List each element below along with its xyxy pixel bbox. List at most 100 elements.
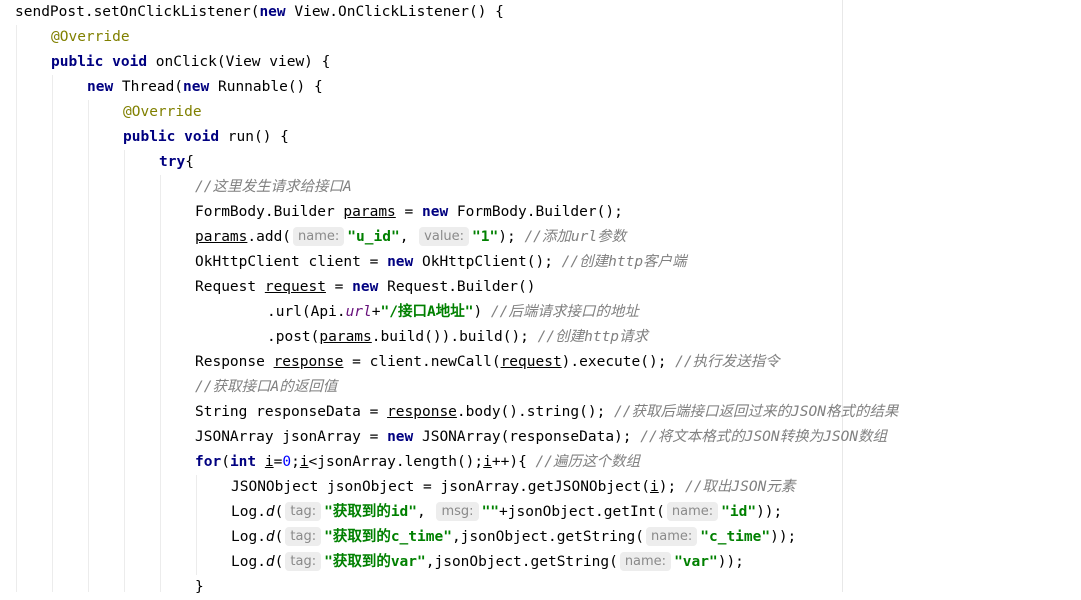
code-token: View.OnClickListener() { [285,4,504,20]
code-token: "获取到的c_time" [324,529,452,545]
code-token: "获取到的var" [324,554,426,570]
code-token: )); [756,504,783,520]
code-token: JSONArray jsonArray = [195,429,388,445]
code-token: params [195,229,248,245]
code-line[interactable]: Log.d(tag: "获取到的id", msg: ""+jsonObject.ge… [231,500,782,525]
parameter-hint: value: [419,227,470,246]
code-token: OkHttpClient client = [195,254,388,270]
code-line[interactable]: Response response = client.newCall(reque… [195,350,780,375]
parameter-hint: tag: [285,527,322,546]
code-token: Thread( [113,79,184,95]
code-line[interactable]: public void onClick(View view) { [51,50,330,75]
code-line[interactable]: //获取接口A的返回值 [195,375,337,400]
code-token: for [195,454,222,470]
code-editor[interactable]: sendPost.setOnClickListener(new View.OnC… [0,0,1081,595]
code-token: = [395,204,422,220]
code-token: Log. [231,529,266,545]
code-token: ( [221,454,230,470]
code-token: FormBody.Builder(); [448,204,623,220]
code-token: Request [195,279,265,295]
code-line[interactable]: .post(params.build()).build(); //创建http请… [267,325,648,350]
code-token: i [483,454,492,470]
code-token: "" [481,504,500,520]
code-token: response [387,404,457,420]
code-token: JSONArray(responseData); [413,429,641,445]
code-token: sendPost.setOnClickListener( [15,4,260,20]
code-token: ).execute(); [561,354,676,370]
code-token: .add( [247,229,292,245]
code-token: )); [770,529,797,545]
code-token: new [422,204,449,220]
code-token: { [185,154,194,170]
code-comment: //获取后端接口返回过来的JSON格式的结果 [614,404,899,420]
indent-guide [196,475,197,575]
code-line[interactable]: Request request = new Request.Builder() [195,275,536,300]
code-token: Log. [231,554,266,570]
code-token: ( [274,504,284,520]
parameter-hint: tag: [285,552,322,571]
indent-guide [88,100,89,592]
code-line[interactable]: @Override [123,100,202,125]
code-token: void [112,54,148,70]
code-line[interactable]: try{ [159,150,194,175]
parameter-hint: tag: [285,502,322,521]
code-line[interactable]: public void run() { [123,125,289,150]
code-token: new [259,4,286,20]
code-token: new [352,279,379,295]
code-line[interactable]: Log.d(tag: "获取到的c_time",jsonObject.getStr… [231,525,796,550]
code-token: params [343,204,396,220]
code-line[interactable]: String responseData = response.body().st… [195,400,898,425]
code-line[interactable]: //这里发生请求给接口A [195,175,352,200]
code-comment: //添加url参数 [524,229,627,245]
code-line[interactable]: new Thread(new Runnable() { [87,75,323,100]
code-token: } [195,579,204,595]
code-token: "c_time" [700,529,771,545]
code-line[interactable]: JSONArray jsonArray = new JSONArray(resp… [195,425,887,450]
code-token: request [500,354,562,370]
code-line[interactable]: for(int i=0;i<jsonArray.length();i++){ /… [195,450,640,475]
code-line[interactable]: JSONObject jsonObject = jsonArray.getJSO… [231,475,795,500]
code-token: ); [498,229,525,245]
code-token: onClick(View view) { [147,54,331,70]
code-token: ( [274,554,284,570]
code-token: "var" [674,554,718,570]
code-comment: //执行发送指令 [675,354,780,370]
code-comment: //遍历这个数组 [535,454,641,470]
code-token: @Override [123,104,202,120]
code-token: "u_id" [347,229,400,245]
code-comment: //后端请求接口的地址 [490,304,639,320]
code-token: FormBody.Builder [195,204,344,220]
code-line[interactable]: } [195,575,204,600]
code-token: = client.newCall( [343,354,501,370]
code-token: .body().string(); [456,404,615,420]
code-token: new [183,79,210,95]
code-line[interactable]: Log.d(tag: "获取到的var",jsonObject.getString… [231,550,744,575]
parameter-hint: name: [619,552,672,571]
parameter-hint: msg: [436,502,479,521]
parameter-hint: name: [646,527,698,546]
code-token: void [184,129,220,145]
code-token: ,jsonObject.getString( [451,529,644,545]
code-line[interactable]: sendPost.setOnClickListener(new View.OnC… [15,0,504,25]
code-line[interactable]: @Override [51,25,130,50]
code-token: try [159,154,186,170]
code-comment: //取出JSON元素 [684,479,796,495]
code-token: ); [658,479,685,495]
code-token: i [650,479,659,495]
code-token: @Override [51,29,130,45]
code-token: 0 [282,454,292,470]
code-token: ) [473,304,491,320]
code-comment: //这里发生请求给接口A [195,179,352,195]
code-token: params [319,329,372,345]
code-token: .url(Api. [267,304,346,320]
code-token: i [299,454,309,470]
code-line[interactable]: params.add(name: "u_id", value: "1"); //添加… [195,225,626,250]
code-line[interactable]: OkHttpClient client = new OkHttpClient()… [195,250,687,275]
code-line[interactable]: .url(Api.url+"/接口A地址") //后端请求接口的地址 [267,300,639,325]
code-line[interactable]: FormBody.Builder params = new FormBody.B… [195,200,623,225]
code-token: Request.Builder() [378,279,536,295]
right-margin-guide [842,0,843,592]
code-token: String responseData = [195,404,388,420]
